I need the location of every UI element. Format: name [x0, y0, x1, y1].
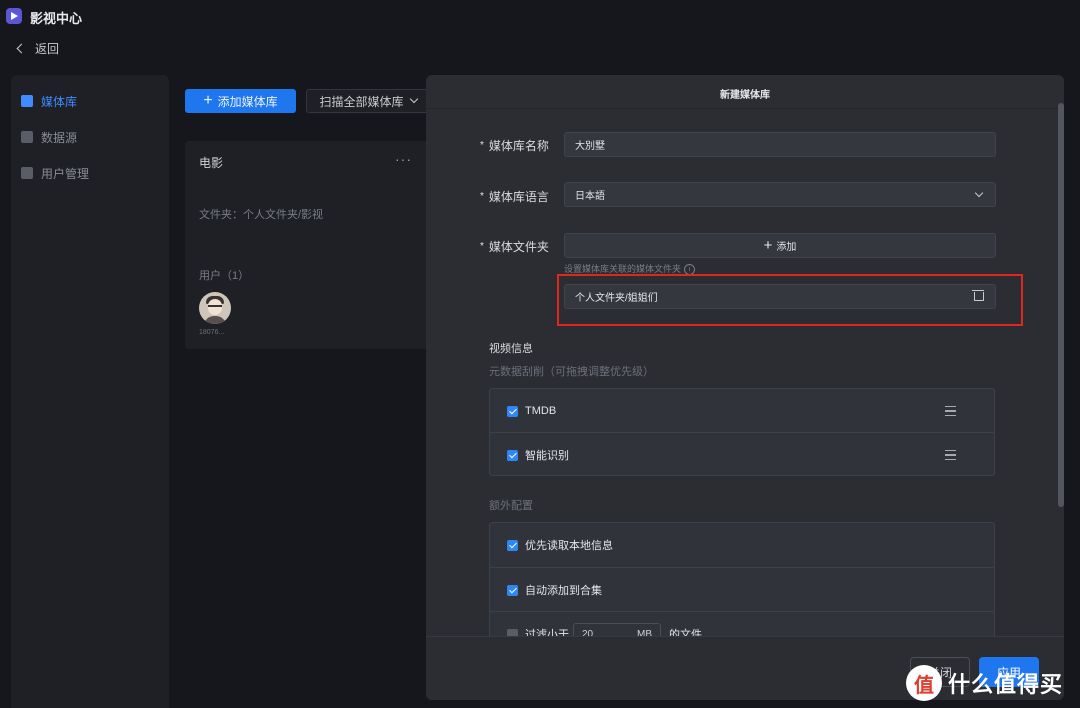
list-item[interactable]: TMDB — [490, 389, 994, 433]
add-folder-button[interactable]: + 添加 — [564, 233, 996, 258]
required-mark: * — [480, 191, 484, 202]
drag-handle-icon[interactable] — [945, 406, 956, 416]
media-library-icon — [21, 95, 33, 107]
scan-all-button[interactable]: 扫描全部媒体库 — [306, 89, 430, 113]
plus-icon: + — [203, 92, 213, 109]
hint-text: 设置媒体库关联的媒体文件夹 — [564, 264, 682, 274]
extra-config-title: 额外配置 — [489, 500, 533, 512]
add-folder-label: 添加 — [776, 242, 797, 253]
library-card[interactable]: 电影 ··· 文件夹：个人文件夹/影视 用户（1） 18076... — [185, 141, 430, 349]
chevron-down-icon — [974, 188, 984, 198]
scraper-label-text: TMDB — [525, 405, 557, 417]
app-logo-icon — [6, 8, 22, 24]
user-management-icon — [21, 167, 33, 179]
drag-handle-icon[interactable] — [945, 450, 956, 460]
add-library-button[interactable]: + 添加媒体库 — [185, 89, 296, 113]
media-folder-label: * 媒体文件夹 — [480, 238, 549, 255]
library-language-label: * 媒体库语言 — [480, 188, 549, 205]
option-label: 自动添加到合集 — [525, 585, 602, 597]
required-mark: * — [480, 241, 484, 252]
library-name-input[interactable]: 大別墅 — [564, 132, 996, 157]
sidebar-item-label: 用户管理 — [41, 166, 90, 181]
scraper-list: TMDB 智能识别 — [489, 388, 995, 476]
label-text: 媒体库名称 — [488, 139, 549, 153]
checkbox[interactable] — [507, 539, 518, 551]
back-label: 返回 — [35, 42, 60, 56]
library-title: 电影 — [199, 156, 224, 170]
divider — [426, 108, 1064, 109]
library-language-select[interactable]: 日本語 — [564, 182, 996, 207]
list-item[interactable]: 自动添加到合集 — [490, 567, 994, 612]
scraper-label: 元数据刮削（可拖拽调整优先级） — [489, 366, 654, 378]
chevron-left-icon — [16, 43, 27, 54]
app-title: 影视中心 — [30, 11, 83, 26]
checkbox[interactable] — [507, 405, 518, 417]
library-name-label: * 媒体库名称 — [480, 137, 549, 154]
library-users-text: 用户（1） — [199, 270, 250, 282]
watermark-logo: 值 — [906, 665, 942, 701]
user-name: 18076... — [199, 329, 225, 336]
sidebar: 媒体库 数据源 用户管理 — [11, 75, 169, 708]
new-library-dialog: 新建媒体库 * 媒体库名称 大別墅 * 媒体库语言 日本語 * 媒体文件夹 + 添加 … — [426, 75, 1064, 700]
video-info-title: 视频信息 — [489, 343, 533, 355]
dialog-title: 新建媒体库 — [720, 90, 770, 101]
highlight-box — [557, 274, 1023, 326]
library-folder-text: 文件夹：个人文件夹/影视 — [199, 209, 324, 221]
label-text: 媒体库语言 — [488, 190, 549, 204]
label-text: 媒体文件夹 — [488, 240, 549, 254]
scrollbar[interactable] — [1058, 103, 1064, 507]
required-mark: * — [480, 140, 484, 151]
language-value: 日本語 — [575, 191, 605, 202]
back-button[interactable]: 返回 — [16, 40, 60, 57]
checkbox[interactable] — [507, 449, 518, 461]
checkbox[interactable] — [507, 584, 518, 596]
data-source-icon — [21, 131, 33, 143]
plus-icon: + — [763, 237, 773, 254]
more-options-icon[interactable]: ··· — [395, 151, 412, 167]
option-label: 优先读取本地信息 — [525, 540, 613, 552]
sidebar-item-data-source[interactable]: 数据源 — [21, 127, 77, 147]
avatar[interactable] — [199, 292, 231, 324]
sidebar-item-label: 媒体库 — [41, 94, 78, 109]
scan-all-label: 扫描全部媒体库 — [319, 94, 404, 109]
sidebar-item-user-management[interactable]: 用户管理 — [21, 163, 89, 183]
sidebar-item-media-library[interactable]: 媒体库 — [21, 91, 77, 111]
list-item[interactable]: 智能识别 — [490, 432, 994, 477]
list-item[interactable]: 优先读取本地信息 — [490, 523, 994, 567]
add-library-label: 添加媒体库 — [217, 94, 278, 109]
scraper-label-text: 智能识别 — [525, 450, 569, 462]
sidebar-item-label: 数据源 — [41, 130, 78, 145]
watermark: 值 什么值得买 — [906, 658, 1080, 708]
watermark-text: 什么值得买 — [948, 672, 1064, 697]
chevron-down-icon — [409, 94, 418, 104]
top-bar: 影视中心 — [0, 0, 1080, 34]
